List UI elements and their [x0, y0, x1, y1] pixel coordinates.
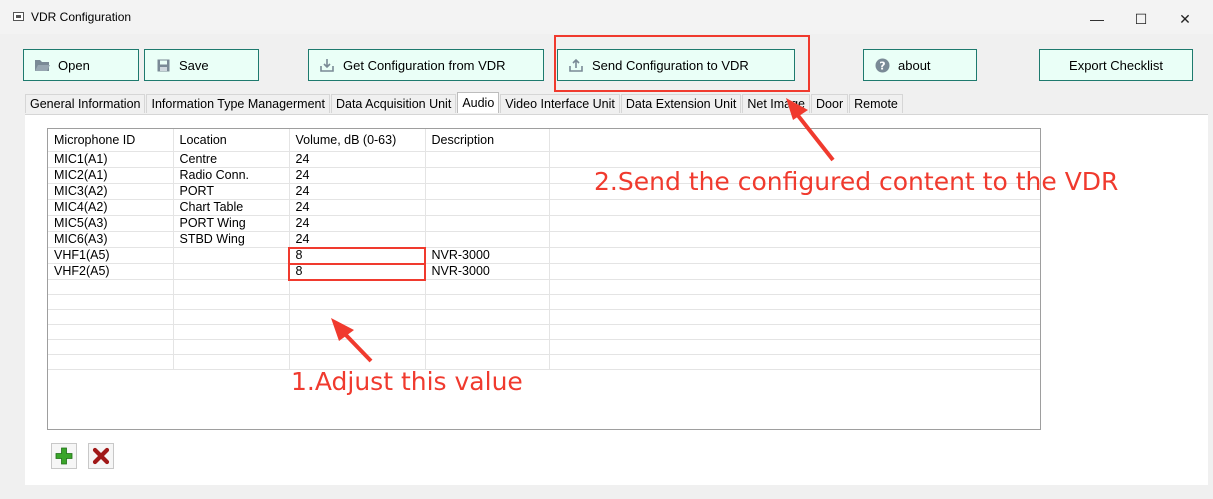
annotation-step-2: 2.Send the configured content to the VDR [594, 167, 1119, 196]
annotation-step-1: 1.Adjust this value [291, 367, 523, 396]
annotation-arrows [331, 98, 835, 363]
